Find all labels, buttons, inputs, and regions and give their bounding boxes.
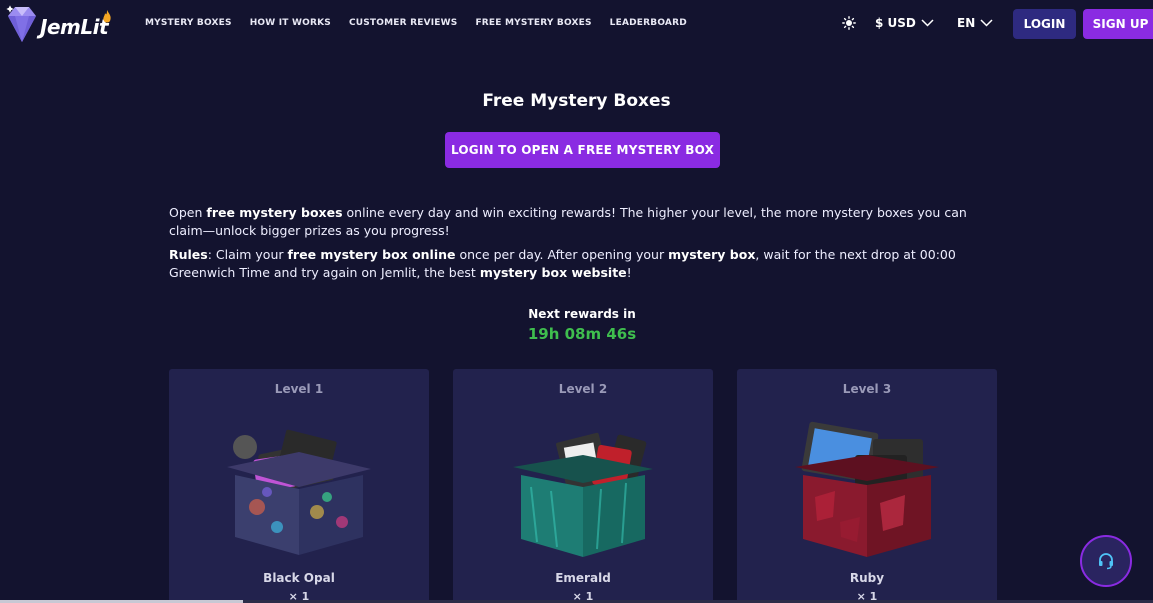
nav-how-it-works[interactable]: HOW IT WORKS [250, 18, 331, 28]
signup-button[interactable]: SIGN UP [1083, 9, 1153, 39]
emerald-box-image [513, 432, 653, 557]
nav-leaderboard[interactable]: LEADERBOARD [610, 18, 687, 28]
nav-free-mystery-boxes[interactable]: FREE MYSTERY BOXES [475, 18, 591, 28]
ruby-box-image [795, 421, 939, 557]
card-box-name: Ruby [849, 571, 885, 585]
page-title: Free Mystery Boxes [482, 91, 671, 111]
chevron-down-icon [980, 19, 993, 27]
box-card-level-2[interactable]: Level 2 Emerald × 1 [453, 369, 713, 603]
card-box-name: Emerald [555, 571, 611, 585]
sun-icon[interactable] [842, 16, 856, 30]
support-chat-button[interactable] [1080, 535, 1132, 587]
brand-name: JemLit [40, 15, 109, 39]
box-card-level-3[interactable]: Level 3 Ruby × 1 [737, 369, 997, 603]
countdown-timer: 19h 08m 46s [527, 325, 637, 343]
main-nav: MYSTERY BOXES HOW IT WORKS CUSTOMER REVI… [145, 18, 705, 28]
flame-icon [103, 10, 111, 23]
currency-selector[interactable]: $ USD [875, 16, 934, 30]
next-rewards-label: Next rewards in [528, 307, 636, 321]
language-selector[interactable]: EN [957, 16, 993, 30]
nav-customer-reviews[interactable]: CUSTOMER REVIEWS [349, 18, 458, 28]
chevron-down-icon [921, 19, 934, 27]
intro-paragraph: Open free mystery boxes online every day… [169, 205, 967, 238]
card-level-label: Level 2 [558, 382, 608, 396]
currency-label: $ USD [875, 16, 916, 30]
headset-icon [1099, 553, 1113, 570]
card-level-label: Level 3 [842, 382, 892, 396]
description: Open free mystery boxes online every day… [169, 204, 999, 288]
login-to-open-box-button[interactable]: LOGIN TO OPEN A FREE MYSTERY BOX [445, 132, 720, 168]
card-box-name: Black Opal [263, 571, 335, 585]
black-opal-box-image [227, 429, 371, 555]
brand-logo[interactable]: JemLit [6, 4, 111, 44]
language-label: EN [957, 16, 976, 30]
nav-mystery-boxes[interactable]: MYSTERY BOXES [145, 18, 232, 28]
gem-logo-icon [6, 5, 36, 42]
rules-paragraph: Rules: Claim your free mystery box onlin… [169, 247, 956, 280]
card-level-label: Level 1 [274, 382, 324, 396]
top-header: JemLit MYSTERY BOXES HOW IT WORKS CUSTOM… [0, 0, 1153, 48]
login-button[interactable]: LOGIN [1013, 9, 1076, 39]
box-card-level-1[interactable]: Level 1 Black Opal × 1 [169, 369, 429, 603]
